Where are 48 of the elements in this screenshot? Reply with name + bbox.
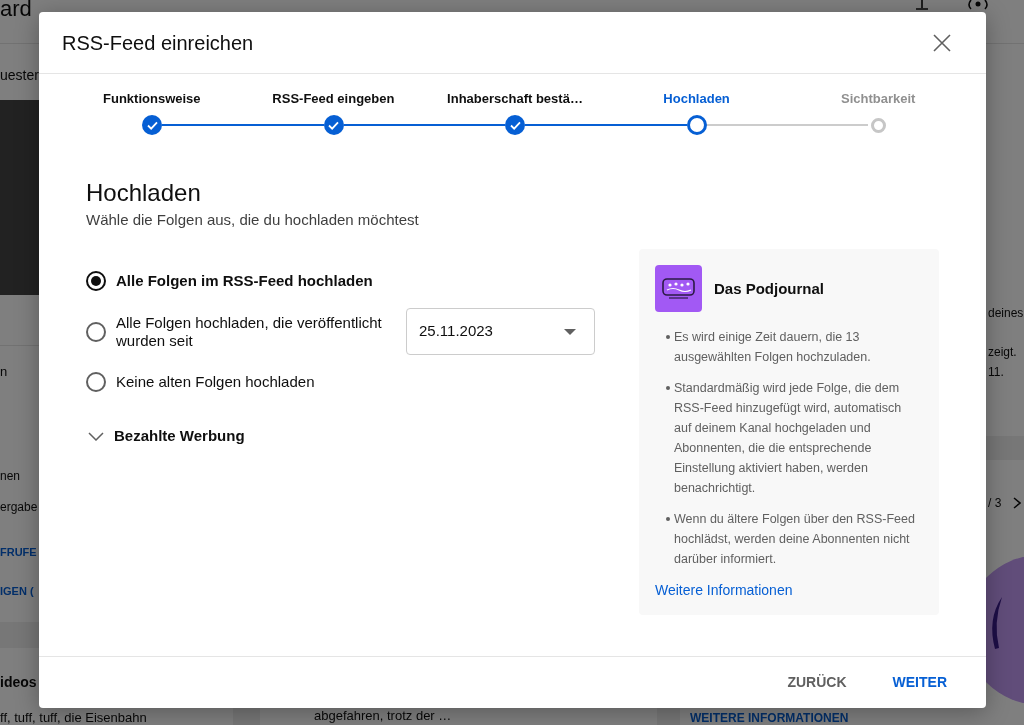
caret-icon <box>564 328 576 335</box>
section-heading: Hochladen <box>86 178 201 208</box>
card-text: n <box>0 363 8 381</box>
close-icon <box>933 33 951 52</box>
close-button[interactable] <box>933 33 951 52</box>
bullet-icon <box>666 335 670 339</box>
step-label[interactable]: Inhaberschaft bestä… <box>447 91 583 107</box>
info-text: Standardmäßig wird jede Folge, die dem RSS-Feed hinzugefügt wird, automatisch auf deinem Kanal hochgeladen und Abonnenten, die die entsprechende Einstellung aktiviert haben, werden benachrichtigt. <box>674 380 903 497</box>
step-label[interactable]: Sichtbarkeit <box>841 91 916 107</box>
upload-icon[interactable] <box>916 0 928 10</box>
card-heading: ideos <box>0 673 37 692</box>
card-text: nen <box>0 468 21 485</box>
info-text: Wenn du ältere Folgen über den RSS-Feed hochlädst, werden deine Abonnenten nicht darüber informiert. <box>674 511 916 568</box>
radio-label: Keine alten Folgen hochladen <box>116 373 315 391</box>
chevron-right-icon[interactable] <box>1013 497 1021 509</box>
step-label[interactable]: RSS-Feed eingeben <box>272 91 395 107</box>
card-text: ergabe <box>0 499 38 516</box>
radio-label: Alle Folgen hochladen, die veröffentlicht wurden seit <box>116 313 383 350</box>
card-text: ff, tuff, tuff, die Eisenbahn <box>0 711 147 725</box>
card-text: 11. <box>988 364 1004 381</box>
broadcast-icon[interactable] <box>966 0 990 10</box>
step-label[interactable]: Hochladen <box>663 91 730 107</box>
more-info-link[interactable]: Weitere Informationen <box>655 581 793 599</box>
card-text: zeigt. <box>988 344 1017 361</box>
date-dropdown[interactable]: 25.11.2023 <box>406 308 595 355</box>
expand-toggle[interactable]: Bezahlte Werbung <box>86 426 245 446</box>
podcast-cover-icon <box>655 265 702 312</box>
card-link[interactable]: FRUFE <box>0 543 37 561</box>
more-info-link[interactable]: WEITERE INFORMATIONEN <box>690 711 849 725</box>
info-text: Es wird einige Zeit dauern, die 13 ausgewählten Folgen hochzuladen. <box>674 329 872 366</box>
next-button[interactable]: WEITER <box>876 664 963 701</box>
card-heading: uester <box>0 66 39 85</box>
card-text: abgefahren, trotz der … <box>314 709 452 723</box>
radio-button[interactable] <box>86 271 106 291</box>
page-title: ard <box>0 0 32 18</box>
radio-button[interactable] <box>86 372 106 392</box>
section-subtitle: Wähle die Folgen aus, die du hochladen möchtest <box>86 211 419 229</box>
radio-button[interactable] <box>86 321 106 342</box>
radio-label: Alle Folgen im RSS-Feed hochladen <box>116 272 373 290</box>
bullet-icon <box>666 517 670 521</box>
back-button[interactable]: ZURÜCK <box>771 664 863 701</box>
step-label[interactable]: Funktionsweise <box>103 91 201 107</box>
card-link[interactable]: IGEN ( <box>0 582 34 600</box>
podcast-name: Das Podjournal <box>714 279 825 298</box>
bullet-icon <box>666 386 670 390</box>
pager-text: / 3 <box>988 495 1002 512</box>
card-text: deines <box>988 305 1024 322</box>
dialog-title: RSS-Feed einreichen <box>62 30 254 55</box>
